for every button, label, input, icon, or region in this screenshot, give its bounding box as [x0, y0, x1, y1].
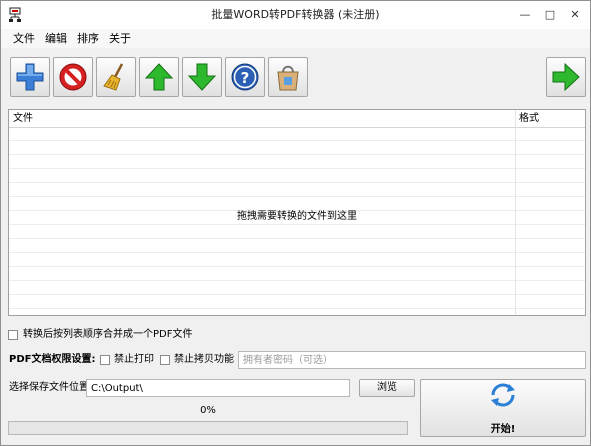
- buy-button[interactable]: [268, 57, 308, 97]
- move-up-button[interactable]: [139, 57, 179, 97]
- disable-print-checkbox[interactable]: [100, 355, 110, 365]
- help-button[interactable]: ?: [225, 57, 265, 97]
- column-file[interactable]: 文件: [13, 110, 33, 127]
- minimize-button[interactable]: —: [513, 1, 537, 29]
- permission-label: PDF文档权限设置:: [9, 354, 96, 365]
- file-list-header: 文件 格式: [9, 110, 585, 128]
- file-list[interactable]: 文件 格式 拖拽需要转换的文件到这里: [8, 109, 586, 316]
- menu-file[interactable]: 文件: [13, 29, 35, 48]
- remove-file-button[interactable]: [53, 57, 93, 97]
- clear-list-button[interactable]: [96, 57, 136, 97]
- menu-about[interactable]: 关于: [109, 29, 131, 48]
- browse-button[interactable]: 浏览: [359, 379, 415, 397]
- refresh-icon: [491, 383, 515, 407]
- arrow-up-icon: [144, 63, 174, 91]
- shopping-bag-icon: [277, 65, 299, 91]
- title-bar[interactable]: 批量WORD转PDF转换器 (未注册) — □ ✕: [1, 1, 590, 29]
- disable-print-label[interactable]: 禁止打印: [114, 354, 154, 366]
- progress-text: 0%: [200, 405, 216, 416]
- maximize-button[interactable]: □: [538, 1, 562, 29]
- help-icon: ?: [231, 63, 259, 91]
- arrow-right-icon: [552, 62, 580, 92]
- output-path-input[interactable]: [86, 379, 350, 397]
- permission-settings: PDF文档权限设置: 禁止打印 禁止拷贝功能: [8, 351, 588, 369]
- broom-icon: [103, 63, 124, 91]
- add-files-button[interactable]: [10, 57, 50, 97]
- no-entry-icon: [59, 63, 87, 91]
- close-button[interactable]: ✕: [563, 1, 587, 29]
- merge-label[interactable]: 转换后按列表顺序合并成一个PDF文件: [23, 329, 192, 341]
- start-label: 开始!: [490, 424, 516, 435]
- output-location: 选择保存文件位置 浏览: [8, 379, 418, 397]
- menu-bar: 文件 编辑 排序 关于: [1, 29, 590, 48]
- menu-sort[interactable]: 排序: [77, 29, 99, 48]
- plus-icon: [16, 63, 44, 91]
- move-down-button[interactable]: [182, 57, 222, 97]
- owner-password-input[interactable]: [238, 351, 586, 369]
- next-step-button[interactable]: [546, 57, 586, 97]
- output-label: 选择保存文件位置: [9, 382, 89, 393]
- window-title: 批量WORD转PDF转换器 (未注册): [211, 8, 380, 21]
- merge-checkbox[interactable]: [8, 330, 18, 340]
- drop-hint: 拖拽需要转换的文件到这里: [237, 211, 357, 222]
- svg-text:?: ?: [241, 69, 250, 87]
- disable-copy-checkbox[interactable]: [160, 355, 170, 365]
- arrow-down-icon: [187, 63, 217, 91]
- app-window: 批量WORD转PDF转换器 (未注册) — □ ✕ 文件 编辑 排序 关于 ? …: [0, 0, 591, 446]
- menu-edit[interactable]: 编辑: [45, 29, 67, 48]
- progress-bar: [8, 421, 408, 435]
- toolbar: ?: [1, 53, 590, 101]
- start-button[interactable]: 开始!: [420, 379, 586, 437]
- disable-copy-label[interactable]: 禁止拷贝功能: [174, 354, 234, 366]
- column-format[interactable]: 格式: [519, 110, 539, 127]
